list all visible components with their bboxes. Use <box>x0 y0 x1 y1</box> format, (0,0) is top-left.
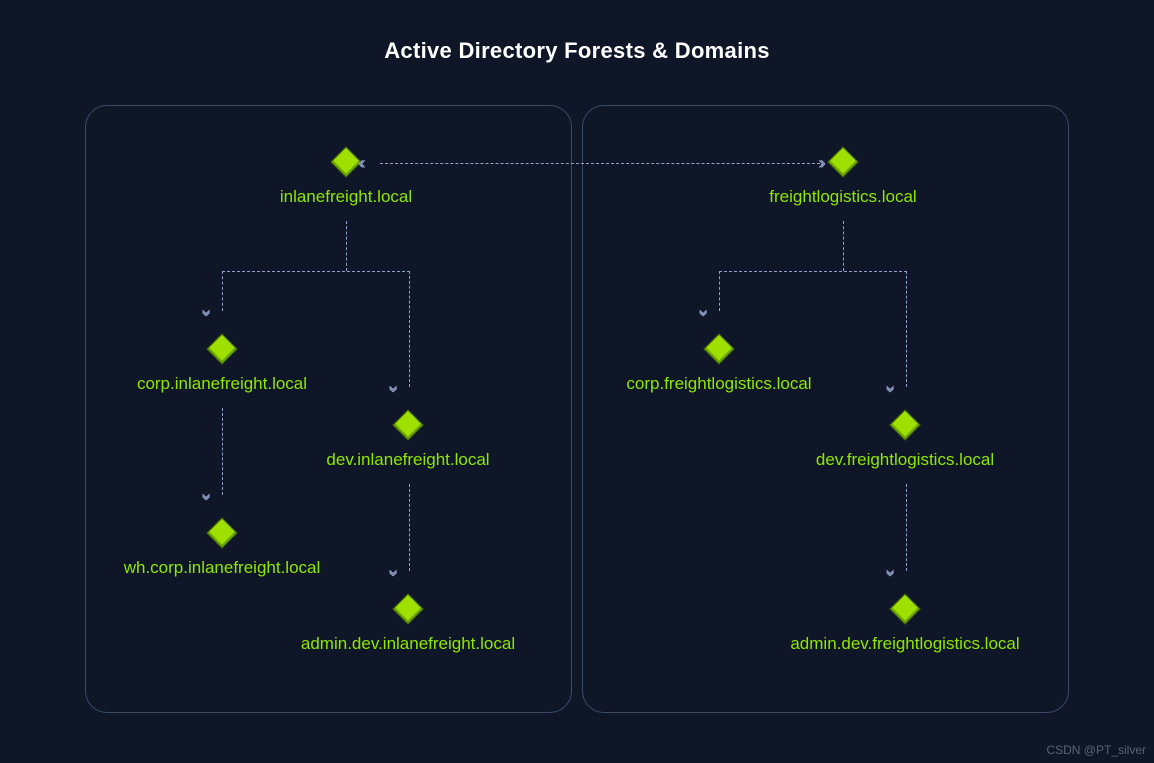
connector <box>906 484 907 571</box>
domain-icon <box>889 409 920 440</box>
connector <box>906 271 907 387</box>
arrowhead-down-icon: ›› <box>198 493 216 497</box>
domain-icon <box>206 333 237 364</box>
domain-node-root-right: freightlogistics.local <box>713 151 973 207</box>
domain-icon <box>330 146 361 177</box>
diagram-title: Active Directory Forests & Domains <box>0 38 1154 64</box>
domain-node-wh-left: wh.corp.inlanefreight.local <box>92 522 352 578</box>
domain-label: dev.freightlogistics.local <box>816 450 994 470</box>
domain-label: admin.dev.freightlogistics.local <box>790 634 1019 654</box>
arrowhead-right-icon: ›› <box>818 154 822 172</box>
domain-icon <box>889 593 920 624</box>
forest-panel-left: inlanefreight.local ›› ›› corp.inlanefre… <box>85 105 572 713</box>
watermark: CSDN @PT_silver <box>1046 743 1146 757</box>
domain-icon <box>206 517 237 548</box>
domain-label: admin.dev.inlanefreight.local <box>301 634 515 654</box>
connector <box>222 271 410 272</box>
connector <box>409 271 410 387</box>
domain-icon <box>827 146 858 177</box>
domain-node-admin-left: admin.dev.inlanefreight.local <box>278 598 538 654</box>
arrowhead-down-icon: ›› <box>198 309 216 313</box>
domain-label: freightlogistics.local <box>769 187 916 207</box>
domain-label: wh.corp.inlanefreight.local <box>124 558 321 578</box>
domain-label: inlanefreight.local <box>280 187 412 207</box>
domain-node-corp-left: corp.inlanefreight.local <box>92 338 352 394</box>
arrowhead-down-icon: ›› <box>882 385 900 389</box>
arrowhead-down-icon: ›› <box>695 309 713 313</box>
connector <box>409 484 410 571</box>
connector <box>346 221 347 271</box>
arrowhead-down-icon: ›› <box>882 569 900 573</box>
connector <box>843 221 844 271</box>
domain-label: dev.inlanefreight.local <box>326 450 489 470</box>
domain-node-corp-right: corp.freightlogistics.local <box>589 338 849 394</box>
domain-label: corp.freightlogistics.local <box>626 374 811 394</box>
arrowhead-down-icon: ›› <box>385 385 403 389</box>
connector <box>719 271 907 272</box>
connector <box>719 271 720 311</box>
domain-label: corp.inlanefreight.local <box>137 374 307 394</box>
domain-icon <box>392 409 423 440</box>
connector <box>222 271 223 311</box>
arrowhead-left-icon: ‹‹ <box>358 154 362 172</box>
domain-icon <box>392 593 423 624</box>
connector <box>222 408 223 495</box>
domain-icon <box>703 333 734 364</box>
trust-connector <box>380 163 820 164</box>
domain-node-dev-right: dev.freightlogistics.local <box>775 414 1035 470</box>
domain-node-admin-right: admin.dev.freightlogistics.local <box>775 598 1035 654</box>
forest-panel-right: freightlogistics.local ›› ›› corp.freigh… <box>582 105 1069 713</box>
domain-node-root-left: inlanefreight.local <box>216 151 476 207</box>
domain-node-dev-left: dev.inlanefreight.local <box>278 414 538 470</box>
arrowhead-down-icon: ›› <box>385 569 403 573</box>
